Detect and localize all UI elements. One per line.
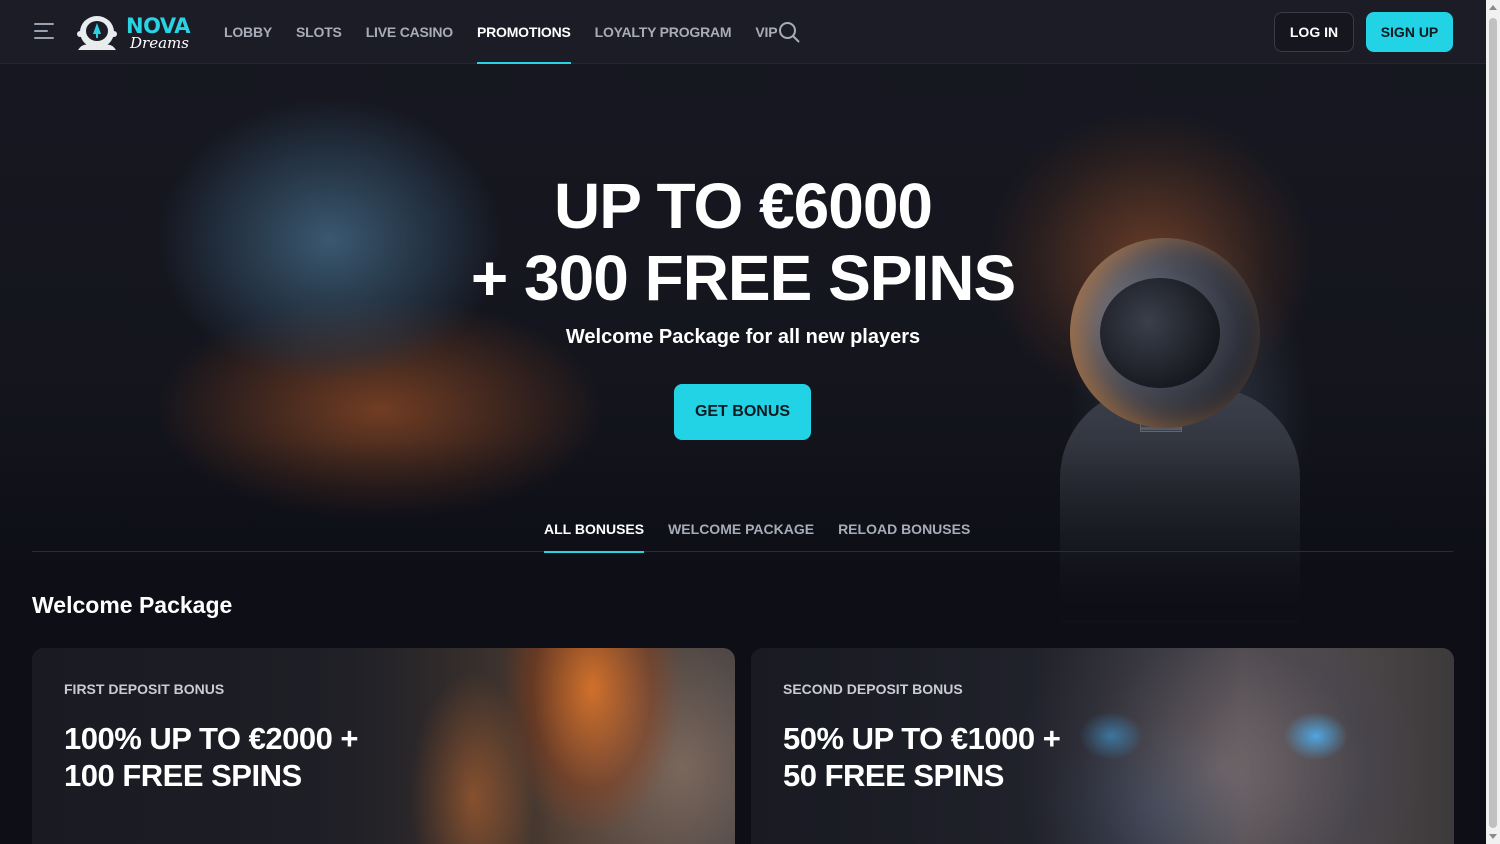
bonus-card-label: SECOND DEPOSIT BONUS: [783, 681, 963, 697]
hero-subtitle: Welcome Package for all new players: [565, 326, 921, 348]
bonus-card-title: 50% UP TO €1000 + 50 FREE SPINS: [783, 721, 1061, 793]
scroll-up-arrow-icon[interactable]: [1489, 5, 1497, 10]
bonus-card-second-deposit[interactable]: SECOND DEPOSIT BONUS 50% UP TO €1000 + 5…: [751, 648, 1454, 844]
hero-title-line-2: + 300 FREE SPINS: [470, 242, 1016, 314]
hamburger-menu-icon[interactable]: [34, 23, 54, 41]
search-icon[interactable]: [778, 21, 800, 43]
log-in-button[interactable]: LOG IN: [1274, 12, 1354, 52]
nav-item-lobby[interactable]: LOBBY: [224, 0, 272, 64]
tab-all-bonuses[interactable]: ALL BONUSES: [544, 508, 645, 553]
nav-item-vip[interactable]: VIP: [755, 0, 777, 64]
nav-item-live-casino[interactable]: LIVE CASINO: [366, 0, 453, 64]
brand-logo[interactable]: NOVA Dreams: [74, 12, 190, 54]
nav-item-promotions[interactable]: PROMOTIONS: [476, 0, 571, 64]
hero-title: UP TO €6000 + 300 FREE SPINS: [0, 170, 1486, 314]
scroll-down-arrow-icon[interactable]: [1489, 834, 1497, 839]
page: NOVA Dreams LOBBY SLOTS LIVE CASINO PROM…: [0, 0, 1486, 844]
brand-tagline: Dreams: [130, 34, 189, 52]
tab-reload-bonuses[interactable]: RELOAD BONUSES: [838, 508, 970, 552]
nav-item-loyalty-program[interactable]: LOYALTY PROGRAM: [595, 0, 732, 64]
tab-welcome-package[interactable]: WELCOME PACKAGE: [668, 508, 814, 552]
sign-up-button[interactable]: SIGN UP: [1366, 12, 1453, 52]
bonus-card-label: FIRST DEPOSIT BONUS: [64, 681, 225, 697]
astronaut-helmet-logo-icon: [77, 16, 117, 50]
get-bonus-button[interactable]: GET BONUS: [674, 384, 811, 440]
scrollbar-thumb[interactable]: [1489, 18, 1497, 828]
main-navigation: LOBBY SLOTS LIVE CASINO PROMOTIONS LOYAL…: [224, 0, 801, 64]
bonus-filter-tabs: ALL BONUSES WELCOME PACKAGE RELOAD BONUS…: [32, 508, 1453, 553]
nav-item-slots[interactable]: SLOTS: [296, 0, 342, 64]
page-scrollbar[interactable]: [1486, 0, 1500, 844]
section-title: Welcome Package: [32, 592, 233, 618]
bonus-card-title: 100% UP TO €2000 + 100 FREE SPINS: [64, 721, 359, 793]
top-navigation-bar: NOVA Dreams LOBBY SLOTS LIVE CASINO PROM…: [0, 0, 1486, 64]
bonus-card-first-deposit[interactable]: FIRST DEPOSIT BONUS 100% UP TO €2000 + 1…: [32, 648, 735, 844]
hero-title-line-1: UP TO €6000: [554, 170, 933, 242]
